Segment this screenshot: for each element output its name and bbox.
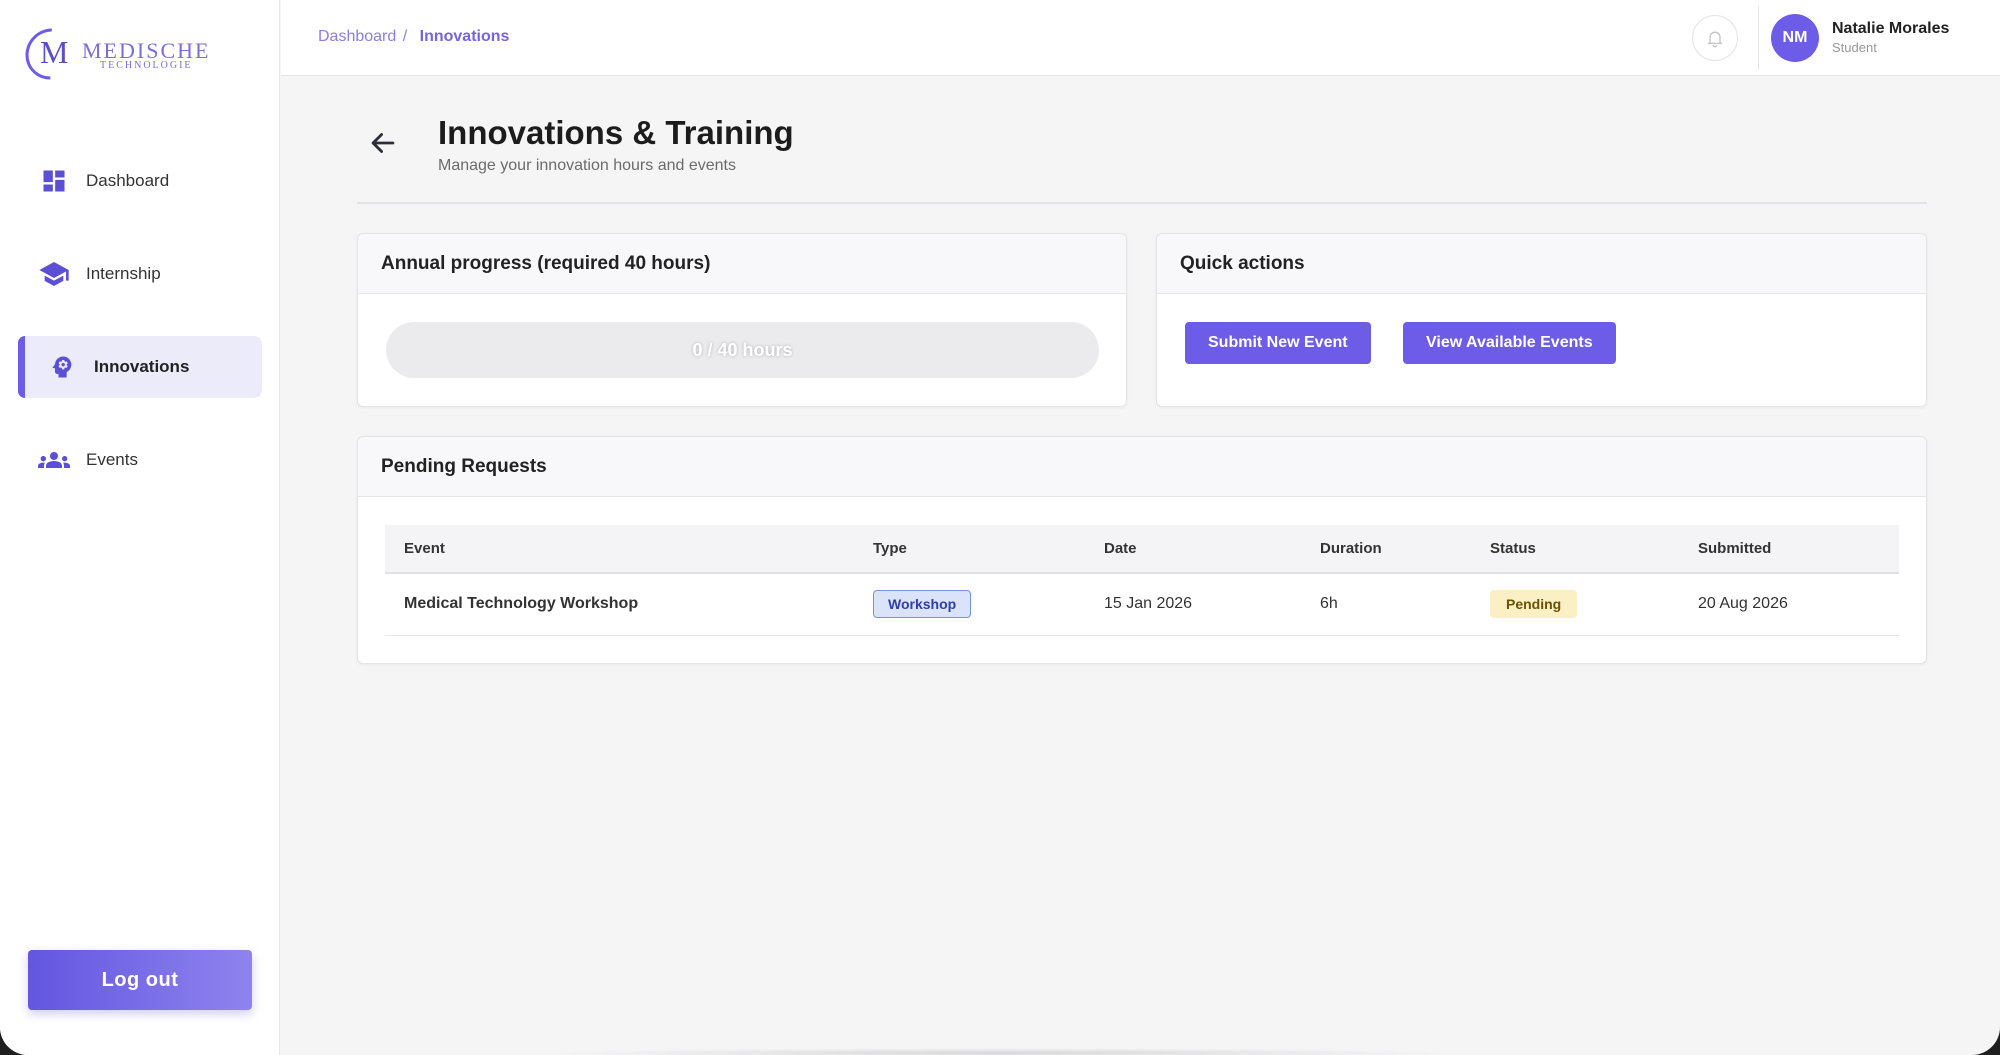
header-divider [357, 202, 1927, 204]
page-subtitle: Manage your innovation hours and events [438, 157, 736, 174]
graduation-cap-icon [38, 258, 70, 290]
sidebar: M MEDISCHE TECHNOLOGIE Dashboard Interns… [0, 0, 280, 1055]
dashboard-icon [38, 165, 70, 197]
cell-date: 15 Jan 2026 [1085, 573, 1301, 636]
breadcrumb: Dashboard / Innovations [318, 28, 509, 46]
back-button[interactable] [366, 126, 400, 160]
sidebar-item-label: Events [86, 450, 138, 469]
column-header-submitted[interactable]: Submitted [1679, 525, 1899, 574]
sidebar-item-events[interactable]: Events [18, 429, 262, 491]
table-header-row: Event Type Date Duration Status Submitte… [385, 525, 1899, 574]
column-header-duration[interactable]: Duration [1301, 525, 1471, 574]
logout-button[interactable]: Log out [28, 950, 252, 1010]
cell-submitted: 20 Aug 2026 [1679, 573, 1899, 636]
avatar[interactable]: NM [1771, 14, 1819, 62]
breadcrumb-separator: / [402, 28, 408, 45]
card-title: Quick actions [1157, 234, 1926, 294]
submit-new-event-button[interactable]: Submit New Event [1185, 322, 1371, 364]
column-header-event[interactable]: Event [385, 525, 854, 574]
sidebar-item-label: Internship [86, 264, 161, 283]
status-badge: Pending [1490, 590, 1578, 619]
topbar: Dashboard / Innovations NM Natalie Moral… [281, 0, 2000, 76]
arrow-left-icon [371, 133, 395, 153]
logo-subtitle: TECHNOLOGIE [100, 60, 193, 71]
sidebar-item-internship[interactable]: Internship [18, 243, 262, 305]
cell-status: Pending [1471, 573, 1679, 636]
topbar-divider [1758, 6, 1759, 70]
column-header-date[interactable]: Date [1085, 525, 1301, 574]
people-group-icon [38, 444, 70, 476]
card-title: Annual progress (required 40 hours) [358, 234, 1126, 294]
quick-actions-card: Quick actions Submit New Event View Avai… [1156, 233, 1927, 407]
annual-progress-card: Annual progress (required 40 hours) 0 / … [357, 233, 1127, 407]
cell-type: Workshop [854, 573, 1085, 636]
breadcrumb-current: Innovations [419, 28, 510, 45]
bottom-shadow [540, 1048, 1460, 1055]
sidebar-nav: Dashboard Internship Innovations Events [18, 150, 262, 522]
innovation-head-icon [46, 351, 78, 383]
user-name: Natalie Morales [1832, 20, 1950, 37]
progress-bar: 0 / 40 hours [386, 322, 1099, 378]
breadcrumb-parent-link[interactable]: Dashboard [318, 28, 396, 45]
pending-requests-table: Event Type Date Duration Status Submitte… [385, 525, 1899, 636]
sidebar-item-dashboard[interactable]: Dashboard [18, 150, 262, 212]
page-title: Innovations & Training [438, 114, 794, 151]
progress-text: 0 / 40 hours [692, 339, 793, 360]
cell-event: Medical Technology Workshop [385, 573, 854, 636]
view-available-events-button[interactable]: View Available Events [1403, 322, 1616, 364]
table-row[interactable]: Medical Technology Workshop Workshop 15 … [385, 573, 1899, 636]
bell-icon [1707, 31, 1723, 48]
user-role: Student [1832, 40, 1877, 55]
notifications-button[interactable] [1692, 15, 1738, 61]
cell-duration: 6h [1301, 573, 1471, 636]
type-badge: Workshop [873, 590, 972, 619]
brand-logo[interactable]: M MEDISCHE TECHNOLOGIE [14, 17, 216, 91]
column-header-type[interactable]: Type [854, 525, 1085, 574]
sidebar-item-label: Innovations [94, 357, 190, 376]
logo-letter: M [40, 34, 69, 70]
column-header-status[interactable]: Status [1471, 525, 1679, 574]
app-window: M MEDISCHE TECHNOLOGIE Dashboard Interns… [0, 0, 2000, 1055]
pending-requests-card: Pending Requests Event Type Date Duratio… [357, 436, 1927, 664]
sidebar-item-innovations[interactable]: Innovations [18, 336, 262, 398]
card-title: Pending Requests [358, 437, 1926, 497]
sidebar-item-label: Dashboard [86, 171, 170, 190]
